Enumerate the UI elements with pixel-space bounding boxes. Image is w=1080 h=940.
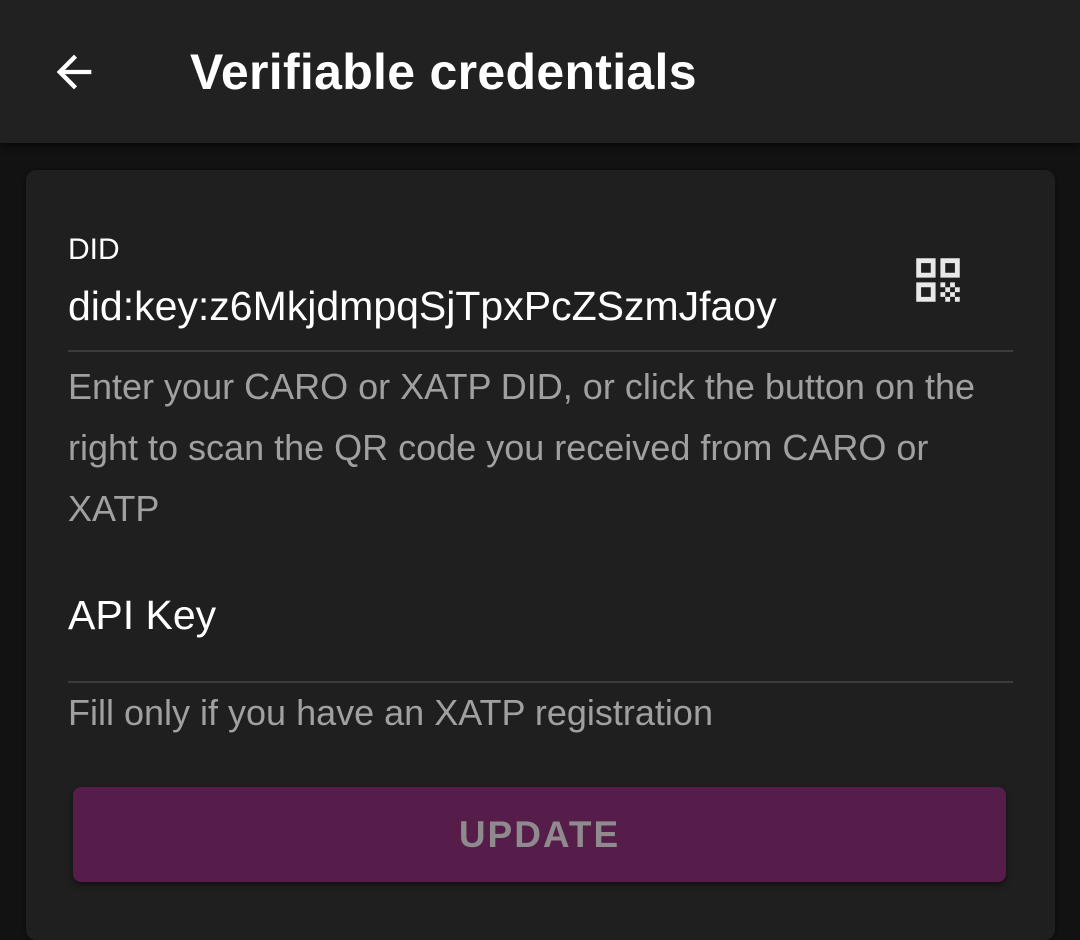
api-key-input[interactable] — [68, 584, 1013, 646]
app-bar: Verifiable credentials — [0, 0, 1080, 143]
qr-code-scan-icon — [916, 258, 960, 302]
credentials-card: DID Enter your CARO or XATP DID, or clic… — [26, 170, 1055, 940]
did-input[interactable] — [68, 278, 868, 334]
api-key-underline — [68, 681, 1013, 683]
api-key-helper-text: Fill only if you have an XATP registrati… — [68, 692, 713, 733]
back-button[interactable] — [38, 36, 110, 108]
arrow-left-icon — [56, 54, 92, 90]
did-label: DID — [68, 233, 120, 266]
did-underline — [68, 350, 1013, 352]
page-title: Verifiable credentials — [190, 44, 697, 100]
did-helper-text: Enter your CARO or XATP DID, or click th… — [68, 366, 976, 529]
scan-qr-button[interactable] — [898, 240, 978, 320]
update-button[interactable]: UPDATE — [73, 787, 1006, 882]
